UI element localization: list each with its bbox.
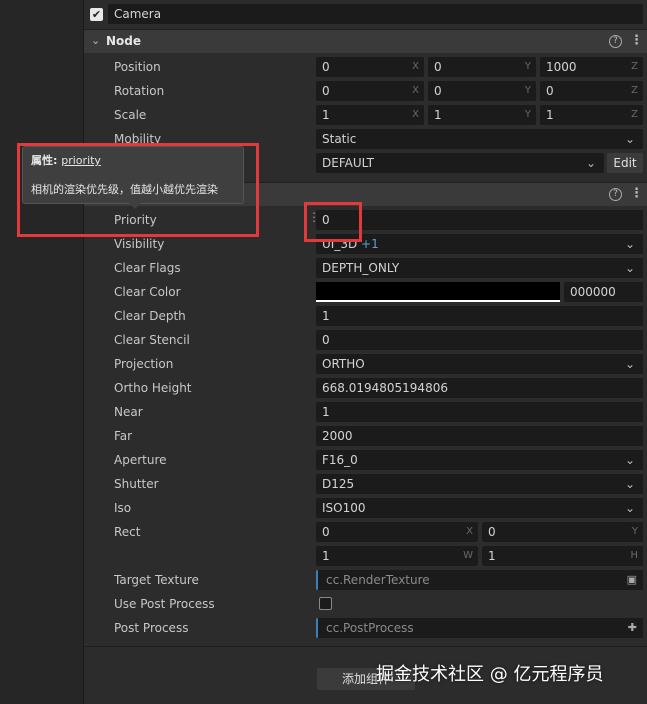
chevron-down-icon: ⌄ [624,477,635,491]
rect-x-field[interactable]: 0X [316,522,478,542]
node-section-header[interactable]: ⌄ Node ? ⋮ [84,29,647,53]
scale-y-field[interactable]: 1Y [428,105,536,125]
priority-field[interactable]: 0 [316,210,643,230]
clear-color-label: Clear Color [114,285,181,299]
kebab-menu-icon[interactable]: ⋮ [630,33,643,48]
visibility-extra: +1 [361,237,379,251]
visibility-select[interactable]: UI_3D +1 ⌄ [316,234,643,254]
rotation-z-field[interactable]: 0Z [540,81,643,101]
chevron-down-icon: ⌄ [624,453,635,467]
clear-flags-label: Clear Flags [114,261,181,275]
position-y-field[interactable]: 0Y [428,57,536,77]
chevron-down-icon: ⌄ [624,261,635,275]
clear-stencil-label: Clear Stencil [114,333,190,347]
layer-edit-button[interactable]: Edit [607,153,643,173]
projection-label: Projection [114,357,174,371]
chevron-down-icon: ⌄ [585,156,596,170]
question-circle-icon[interactable]: ? [609,188,622,201]
far-label: Far [114,429,133,443]
camera-name-field[interactable]: Camera [108,4,643,24]
layer-select[interactable]: DEFAULT ⌄ [316,153,604,173]
question-circle-icon[interactable]: ? [609,35,622,48]
scale-label: Scale [114,108,147,122]
iso-select[interactable]: ISO100 ⌄ [316,498,643,518]
rect-y-field[interactable]: 0Y [482,522,643,542]
position-label: Position [114,60,161,74]
clear-stencil-field[interactable]: 0 [316,330,643,350]
iso-label: Iso [114,501,132,515]
left-panel [0,0,84,704]
divider [84,646,647,647]
ortho-height-label: Ortho Height [114,381,192,395]
rect-h-field[interactable]: 1H [482,546,643,566]
image-icon[interactable]: ▣ [627,570,637,590]
chevron-down-icon: ⌄ [624,237,635,251]
clear-depth-label: Clear Depth [114,309,186,323]
scale-x-field[interactable]: 1X [316,105,424,125]
priority-highlight-box [304,202,362,242]
rect-label: Rect [114,525,141,539]
near-label: Near [114,405,143,419]
position-x-field[interactable]: 0X [316,57,424,77]
near-field[interactable]: 1 [316,402,643,422]
far-field[interactable]: 2000 [316,426,643,446]
puzzle-icon[interactable]: ✚ [628,618,637,638]
mobility-select[interactable]: Static ⌄ [316,129,643,149]
clear-depth-field[interactable]: 1 [316,306,643,326]
camera-enabled-checkbox[interactable]: ✔ [90,8,103,21]
inspector-panel: ✔ Camera ⌄ Node ? ⋮ Position 0X 0Y 1000 Z… [84,0,647,704]
rotation-y-field[interactable]: 0Y [428,81,536,101]
position-z-field[interactable]: 1000 Z [540,57,643,77]
aperture-select[interactable]: F16_0 ⌄ [316,450,643,470]
shutter-label: Shutter [114,477,159,491]
clear-color-hex-field[interactable]: 000000 [564,282,643,302]
kebab-menu-icon[interactable]: ⋮ [630,186,643,201]
camera-row: ✔ Camera [84,4,647,26]
visibility-label: Visibility [114,237,165,251]
caret-down-icon: ⌄ [91,34,101,47]
node-section-title: Node [106,34,142,48]
target-texture-asset-field[interactable]: cc.RenderTexture ▣ [316,570,643,590]
chevron-down-icon: ⌄ [624,501,635,515]
ortho-height-field[interactable]: 668.0194805194806 [316,378,643,398]
use-post-process-label: Use Post Process [114,597,215,611]
watermark: 掘金技术社区 @ 亿元程序员 [376,664,604,685]
shutter-select[interactable]: D125 ⌄ [316,474,643,494]
tooltip-highlight-box [17,143,259,237]
rotation-label: Rotation [114,84,165,98]
chevron-down-icon: ⌄ [624,357,635,371]
chevron-down-icon: ⌄ [624,132,635,146]
projection-select[interactable]: ORTHO ⌄ [316,354,643,374]
post-process-label: Post Process [114,621,189,635]
clear-flags-select[interactable]: DEPTH_ONLY ⌄ [316,258,643,278]
aperture-label: Aperture [114,453,167,467]
rotation-x-field[interactable]: 0X [316,81,424,101]
target-texture-label: Target Texture [114,573,199,587]
post-process-asset-field[interactable]: cc.PostProcess ✚ [316,618,643,638]
clear-color-swatch[interactable] [316,282,560,302]
use-post-process-checkbox[interactable] [319,597,332,610]
scale-z-field[interactable]: 1Z [540,105,643,125]
rect-w-field[interactable]: 1W [316,546,478,566]
